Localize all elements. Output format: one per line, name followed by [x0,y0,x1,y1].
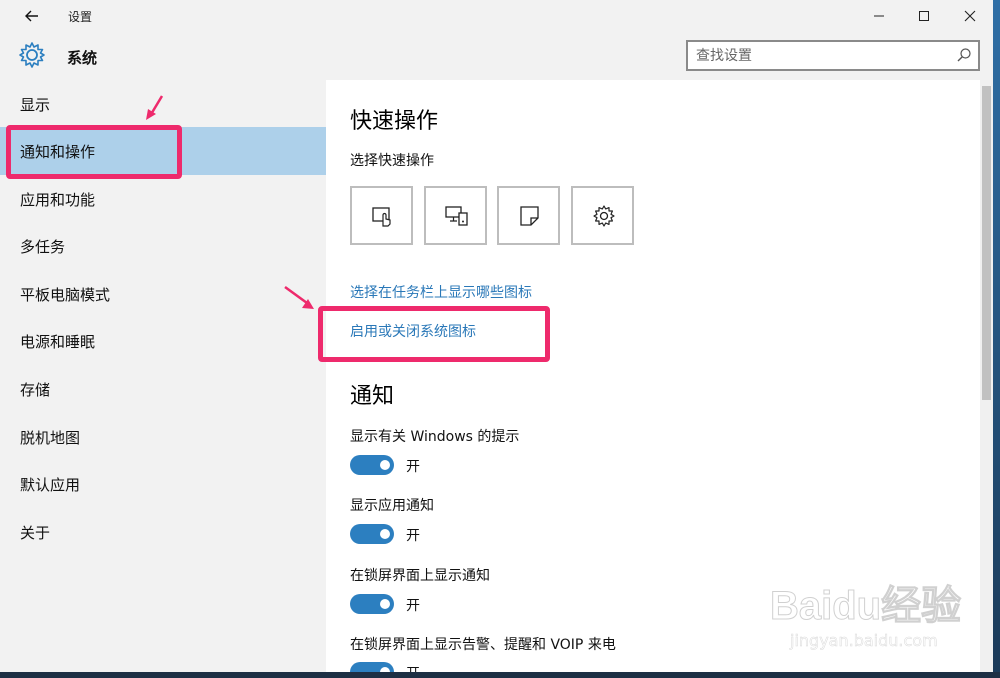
toggle-app-notifications[interactable] [350,524,394,544]
settings-window: 设置 系统 显示 通知和操作 应用和功能 多任务 平板电脑模式 电源 [0,0,993,672]
annotation-box-sidebar [6,125,182,179]
sidebar-item-default-apps[interactable]: 默认应用 [0,460,326,508]
settings-gear-icon [593,205,615,227]
toggle-knob [380,529,390,539]
tablet-mode-icon [372,207,391,227]
app-title: 设置 [68,10,93,24]
close-button[interactable] [947,0,993,32]
header: 系统 [0,32,993,80]
quick-action-connect[interactable] [424,186,487,245]
minimize-button[interactable] [856,0,902,32]
sidebar-item-label: 平板电脑模式 [20,286,111,304]
notifications-heading: 通知 [350,384,395,409]
search-icon[interactable] [956,47,972,63]
toggle-lockscreen-alarms-label: 在锁屏界面上显示告警、提醒和 VOIP 来电 [350,637,616,653]
quick-actions-heading: 快速操作 [350,109,439,134]
toggle-knob [380,460,390,470]
sidebar-item-power[interactable]: 电源和睡眠 [0,317,326,365]
quick-actions-label: 选择快速操作 [350,153,434,169]
watermark-logo: Baidu经验 [769,584,962,629]
arrow-left-icon [25,10,38,22]
title-bar: 设置 [0,0,993,32]
sidebar-item-label: 多任务 [20,238,66,256]
sidebar-item-apps[interactable]: 应用和功能 [0,175,326,223]
sidebar-item-label: 显示 [20,96,51,114]
desktop-background-bottom [0,672,1000,678]
note-icon [520,206,539,226]
sidebar-item-label: 脱机地图 [20,429,81,447]
sidebar-item-offline-maps[interactable]: 脱机地图 [0,413,326,461]
connect-icon [445,206,468,226]
quick-action-note[interactable] [497,186,560,245]
sidebar-item-label: 默认应用 [20,476,81,494]
section-title: 系统 [67,49,98,67]
toggle-windows-tips[interactable] [350,455,394,475]
back-button[interactable] [18,4,46,28]
annotation-arrow-icon [284,285,314,309]
sidebar-item-label: 存储 [20,381,51,399]
minimize-icon [874,15,884,17]
desktop-background [993,0,1000,678]
toggle-lockscreen-notifications[interactable] [350,594,394,614]
annotation-box-link [318,306,550,362]
sidebar-item-tablet-mode[interactable]: 平板电脑模式 [0,270,326,318]
scrollbar-thumb[interactable] [982,86,991,400]
toggle-state-label: 开 [406,663,420,672]
annotation-arrow-icon [146,95,164,120]
watermark: Baidu经验 jingyan.baidu.com [758,573,993,665]
toggle-lockscreen-alarms[interactable] [350,662,394,672]
sidebar-item-about[interactable]: 关于 [0,508,326,556]
quick-action-tablet-mode[interactable] [350,186,413,245]
toggle-state-label: 开 [406,528,420,544]
toggle-state-label: 开 [406,459,420,475]
search-box[interactable] [686,40,980,71]
watermark-url: jingyan.baidu.com [790,631,938,651]
close-icon [964,10,976,22]
sidebar-item-label: 关于 [20,524,51,542]
maximize-icon [919,11,929,21]
toggle-app-notifications-label: 显示应用通知 [350,498,434,514]
toggle-knob [380,599,390,609]
search-input[interactable] [696,47,946,65]
taskbar-icons-link[interactable]: 选择在任务栏上显示哪些图标 [350,282,532,302]
gear-icon [19,42,45,68]
toggle-state-label: 开 [406,598,420,614]
maximize-button[interactable] [901,0,947,32]
sidebar-item-label: 应用和功能 [20,191,96,209]
sidebar-item-label: 电源和睡眠 [20,333,96,351]
toggle-lockscreen-notifications-label: 在锁屏界面上显示通知 [350,568,490,584]
quick-action-settings[interactable] [571,186,634,245]
toggle-windows-tips-label: 显示有关 Windows 的提示 [350,429,520,445]
sidebar-item-storage[interactable]: 存储 [0,365,326,413]
sidebar-item-multitasking[interactable]: 多任务 [0,222,326,270]
